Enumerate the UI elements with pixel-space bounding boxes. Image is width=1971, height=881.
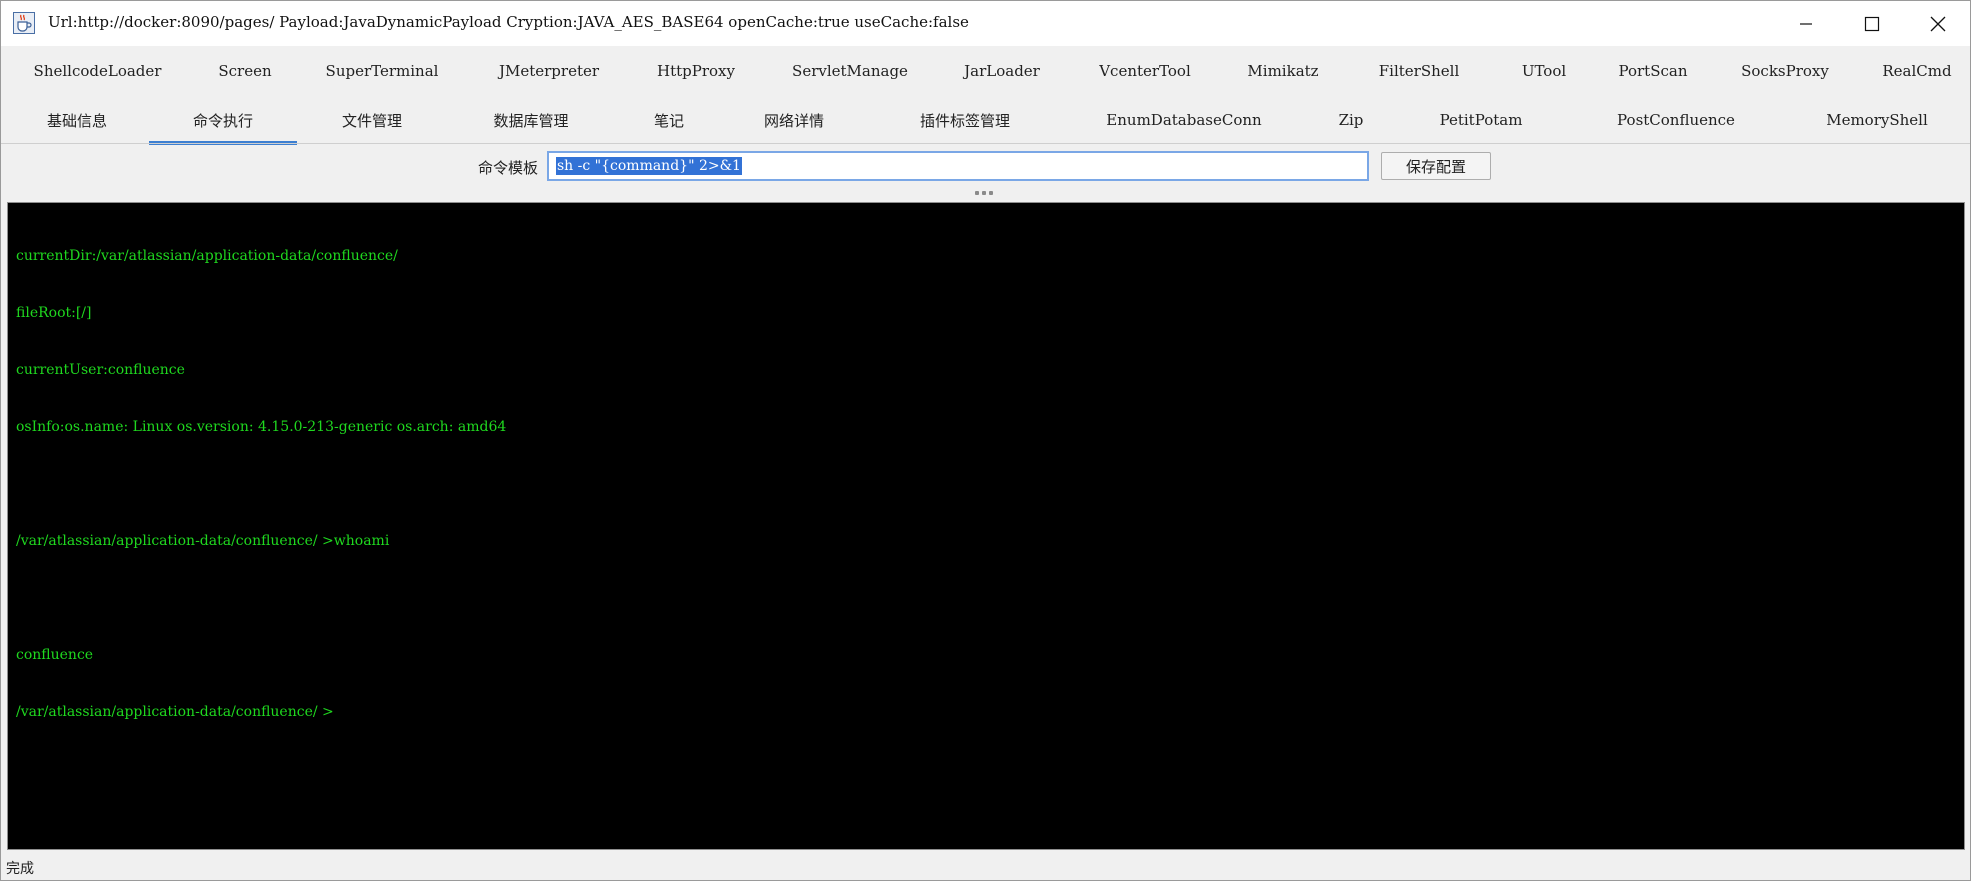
tab-socksproxy[interactable]: SocksProxy — [1729, 47, 1841, 95]
tab-superterminal[interactable]: SuperTerminal — [315, 47, 449, 95]
terminal-line: currentDir:/var/atlassian/application-da… — [16, 248, 398, 264]
tab-database-manager[interactable]: 数据库管理 — [469, 95, 593, 145]
tab-realcmd[interactable]: RealCmd — [1871, 47, 1963, 95]
tab-jarloader[interactable]: JarLoader — [949, 47, 1055, 95]
terminal-prompt: /var/atlassian/application-data/confluen… — [16, 704, 334, 720]
tab-notes[interactable]: 笔记 — [631, 95, 707, 145]
terminal-output[interactable]: currentDir:/var/atlassian/application-da… — [7, 202, 1965, 850]
save-config-button[interactable]: 保存配置 — [1381, 152, 1491, 180]
tab-divider — [1, 143, 1970, 144]
tab-screen[interactable]: Screen — [201, 47, 289, 95]
tab-filtershell[interactable]: FilterShell — [1361, 47, 1477, 95]
window-title: Url:http://docker:8090/pages/ Payload:Ja… — [48, 13, 969, 31]
command-template-input[interactable]: sh -c "{command}" 2>&1 — [547, 151, 1369, 181]
minimize-icon — [1800, 22, 1812, 25]
main-window: Url:http://docker:8090/pages/ Payload:Ja… — [0, 0, 1971, 881]
command-template-label: 命令模板 — [478, 159, 539, 177]
minimize-button[interactable] — [1775, 1, 1837, 46]
tab-mimikatz[interactable]: Mimikatz — [1233, 47, 1333, 95]
tab-file-manager[interactable]: 文件管理 — [315, 95, 429, 145]
tab-plugin-tag-manager[interactable]: 插件标签管理 — [889, 95, 1041, 145]
tab-enumdatabaseconn[interactable]: EnumDatabaseConn — [1101, 95, 1267, 145]
terminal-line: osInfo:os.name: Linux os.version: 4.15.0… — [16, 419, 507, 435]
java-cup-icon — [13, 12, 35, 34]
tab-vcentertool[interactable]: VcenterTool — [1085, 47, 1205, 95]
tab-zip[interactable]: Zip — [1321, 95, 1381, 145]
tab-portscan[interactable]: PortScan — [1607, 47, 1699, 95]
tab-memoryshell[interactable]: MemoryShell — [1817, 95, 1937, 145]
tab-petitpotam[interactable]: PetitPotam — [1421, 95, 1541, 145]
splitter-handle[interactable] — [972, 191, 996, 197]
tab-utool[interactable]: UTool — [1507, 47, 1581, 95]
tab-postconfluence[interactable]: PostConfluence — [1601, 95, 1751, 145]
close-button[interactable] — [1907, 1, 1969, 46]
terminal-line: currentUser:confluence — [16, 362, 185, 378]
maximize-button[interactable] — [1841, 1, 1903, 46]
close-icon — [1930, 16, 1946, 31]
tab-command-exec[interactable]: 命令执行 — [149, 95, 297, 145]
maximize-icon — [1864, 16, 1880, 31]
plugin-tab-row: ShellcodeLoader Screen SuperTerminal JMe… — [1, 47, 1970, 95]
terminal-line: confluence — [16, 647, 94, 663]
main-tab-row: 基础信息 命令执行 文件管理 数据库管理 笔记 网络详情 插件标签管理 Enum… — [1, 95, 1970, 145]
tab-servletmanage[interactable]: ServletManage — [781, 47, 919, 95]
title-bar[interactable]: Url:http://docker:8090/pages/ Payload:Ja… — [1, 1, 1970, 46]
terminal-line: /var/atlassian/application-data/confluen… — [16, 533, 390, 549]
tab-network-details[interactable]: 网络详情 — [741, 95, 847, 145]
terminal-line: fileRoot:[/] — [16, 305, 92, 321]
tab-basic-info[interactable]: 基础信息 — [21, 95, 133, 145]
command-template-value: sh -c "{command}" 2>&1 — [556, 157, 742, 175]
status-text: 完成 — [6, 861, 34, 877]
tab-httpproxy[interactable]: HttpProxy — [641, 47, 751, 95]
grip-dot — [975, 191, 979, 195]
grip-dot — [982, 191, 986, 195]
tab-jmeterpreter[interactable]: JMeterpreter — [482, 47, 616, 95]
tab-shellcodeloader[interactable]: ShellcodeLoader — [25, 47, 170, 95]
grip-dot — [989, 191, 993, 195]
